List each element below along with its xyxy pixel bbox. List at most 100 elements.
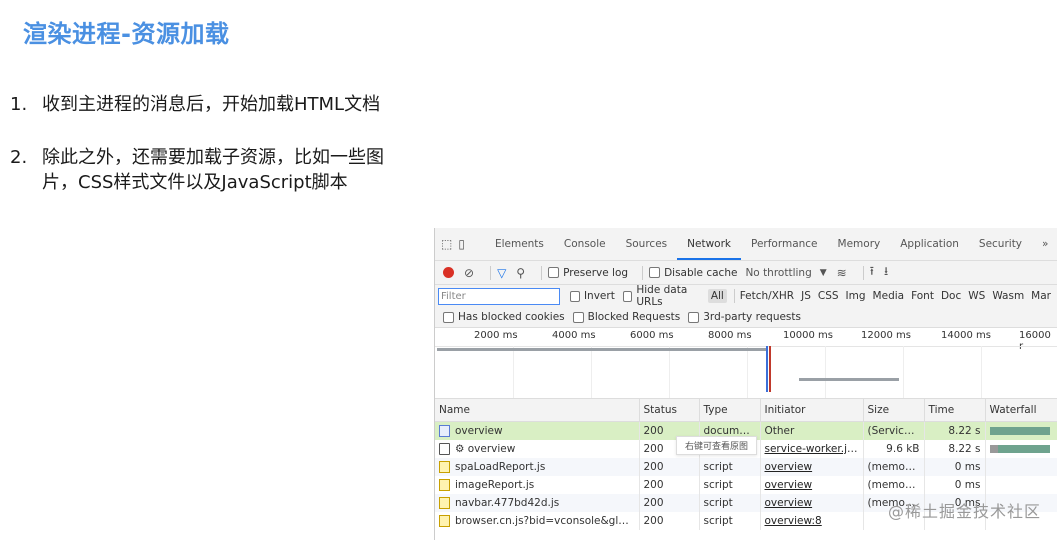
bullet-item: 2. 除此之外，还需要加载子资源，比如一些图片，CSS样式文件以及JavaScr… <box>10 145 400 195</box>
type-filter-css[interactable]: CSS <box>818 290 839 302</box>
third-party-checkbox[interactable] <box>688 311 700 323</box>
request-type: script <box>699 458 761 476</box>
tab-memory[interactable]: Memory <box>828 228 891 260</box>
type-filter-img[interactable]: Img <box>846 290 866 302</box>
watermark: @稀土掘金技术社区 <box>887 502 1041 521</box>
type-filter-js[interactable]: JS <box>801 290 811 302</box>
type-filter-doc[interactable]: Doc <box>941 290 961 302</box>
search-icon[interactable]: ⚲ <box>516 266 525 280</box>
waterfall-cell <box>985 476 1057 494</box>
column-name[interactable]: Name <box>435 399 640 422</box>
bullet-item: 1. 收到主进程的消息后，开始加载HTML文档 <box>10 92 400 117</box>
inspect-icon[interactable]: ⬚ <box>441 237 452 251</box>
record-icon[interactable] <box>443 267 454 278</box>
filter-input[interactable]: Filter <box>438 287 561 305</box>
script-file-icon <box>439 515 450 527</box>
network-toolbar: ⊘ ▽ ⚲ Preserve log Disable cache No thro… <box>435 261 1057 285</box>
type-filter-font[interactable]: Font <box>911 290 934 302</box>
export-icon[interactable]: ⭳ <box>884 262 888 283</box>
type-filter-all[interactable]: All <box>707 289 727 303</box>
request-time: 8.22 s <box>924 421 986 440</box>
tab-console[interactable]: Console <box>554 228 616 260</box>
network-conditions-icon[interactable]: ≋ <box>837 266 847 280</box>
timeline-gridline <box>747 346 748 398</box>
clear-icon[interactable]: ⊘ <box>464 266 474 280</box>
request-name: overview <box>455 425 503 437</box>
filter-bar-secondary: Has blocked cookies Blocked Requests 3rd… <box>435 307 1057 328</box>
waterfall-cell <box>985 458 1057 476</box>
column-waterfall[interactable]: Waterfall <box>985 399 1057 422</box>
has-blocked-cookies-checkbox[interactable] <box>443 311 454 323</box>
bullet-list: 1. 收到主进程的消息后，开始加载HTML文档 2. 除此之外，还需要加载子资源… <box>10 92 400 223</box>
request-name: spaLoadReport.js <box>455 461 546 473</box>
chevron-down-icon[interactable]: ▼ <box>820 268 827 278</box>
tab-network[interactable]: Network <box>677 228 741 260</box>
column-size[interactable]: Size <box>863 399 925 422</box>
tab-security[interactable]: Security <box>969 228 1032 260</box>
timeline-request-bar <box>437 348 767 351</box>
divider <box>733 289 735 303</box>
timeline-axis <box>435 346 1057 347</box>
timeline-gridline <box>669 346 670 398</box>
device-toggle-icon[interactable]: ▯ <box>458 237 465 251</box>
throttling-select[interactable]: No throttling <box>745 267 811 279</box>
type-filter-fetch[interactable]: Fetch/XHR <box>740 290 794 302</box>
has-blocked-cookies-label: Has blocked cookies <box>458 311 565 323</box>
table-row[interactable]: imageReport.js 200 script overview (memo… <box>435 476 1057 494</box>
timeline-gridline <box>903 346 904 398</box>
load-event-line <box>769 346 771 392</box>
tab-elements[interactable]: Elements <box>485 228 554 260</box>
type-filter-manifest[interactable]: Mar <box>1031 290 1051 302</box>
timeline-tick: 8000 ms <box>708 330 752 341</box>
request-size: (ServiceW... <box>863 421 925 440</box>
invert-checkbox[interactable] <box>570 290 580 302</box>
request-initiator-link[interactable]: overview <box>765 497 813 509</box>
column-initiator[interactable]: Initiator <box>760 399 864 422</box>
type-filter-ws[interactable]: WS <box>968 290 985 302</box>
devtools-tab-bar: ⬚ ▯ Elements Console Sources Network Per… <box>435 228 1057 261</box>
devtools-panel: ⬚ ▯ Elements Console Sources Network Per… <box>434 228 1057 540</box>
divider <box>862 265 864 280</box>
request-initiator-link[interactable]: overview <box>765 461 813 473</box>
table-row[interactable]: spaLoadReport.js 200 script overview (me… <box>435 458 1057 476</box>
request-status: 200 <box>639 476 700 494</box>
import-icon[interactable]: ⭱ <box>870 262 874 283</box>
divider <box>541 265 543 280</box>
hide-data-urls-checkbox[interactable] <box>622 290 633 302</box>
hide-data-urls-label: Hide data URLs <box>636 284 688 308</box>
filter-icon[interactable]: ▽ <box>497 266 506 280</box>
timeline-tick: 14000 ms <box>941 330 991 341</box>
timeline-tick: 12000 ms <box>861 330 911 341</box>
request-name: imageReport.js <box>455 479 535 491</box>
table-header: Name Status Type Initiator Size Time Wat… <box>435 399 1057 422</box>
request-initiator-link[interactable]: overview:8 <box>765 515 822 527</box>
blocked-requests-checkbox[interactable] <box>572 311 584 323</box>
request-size: (memory ... <box>863 476 925 494</box>
more-tabs-icon[interactable]: » <box>1032 228 1057 260</box>
tab-performance[interactable]: Performance <box>741 228 828 260</box>
network-overview-timeline[interactable]: 2000 ms 4000 ms 6000 ms 8000 ms 10000 ms… <box>435 328 1057 399</box>
divider <box>642 265 644 280</box>
tab-application[interactable]: Application <box>890 228 969 260</box>
type-filter-wasm[interactable]: Wasm <box>992 290 1024 302</box>
request-initiator: Other <box>760 421 864 440</box>
column-type[interactable]: Type <box>699 399 761 422</box>
column-status[interactable]: Status <box>639 399 700 422</box>
tab-sources[interactable]: Sources <box>616 228 678 260</box>
column-time[interactable]: Time <box>924 399 986 422</box>
request-status: 200 <box>639 512 700 530</box>
waterfall-bar <box>997 445 1050 453</box>
bullet-text: 除此之外，还需要加载子资源，比如一些图片，CSS样式文件以及JavaScript… <box>42 147 384 193</box>
image-tooltip: 右键可查看原图 <box>676 436 758 455</box>
request-type: script <box>699 494 761 512</box>
request-status: 200 <box>639 458 700 476</box>
script-file-icon <box>439 497 450 509</box>
service-worker-icon <box>439 443 450 455</box>
type-filter-media[interactable]: Media <box>873 290 905 302</box>
preserve-log-checkbox[interactable] <box>548 267 560 278</box>
waterfall-bar <box>989 427 1050 435</box>
request-initiator-link[interactable]: service-worker.js:1 <box>765 443 863 455</box>
request-initiator-link[interactable]: overview <box>765 479 813 491</box>
request-name: ⚙ overview <box>455 443 516 455</box>
disable-cache-checkbox[interactable] <box>649 267 661 278</box>
